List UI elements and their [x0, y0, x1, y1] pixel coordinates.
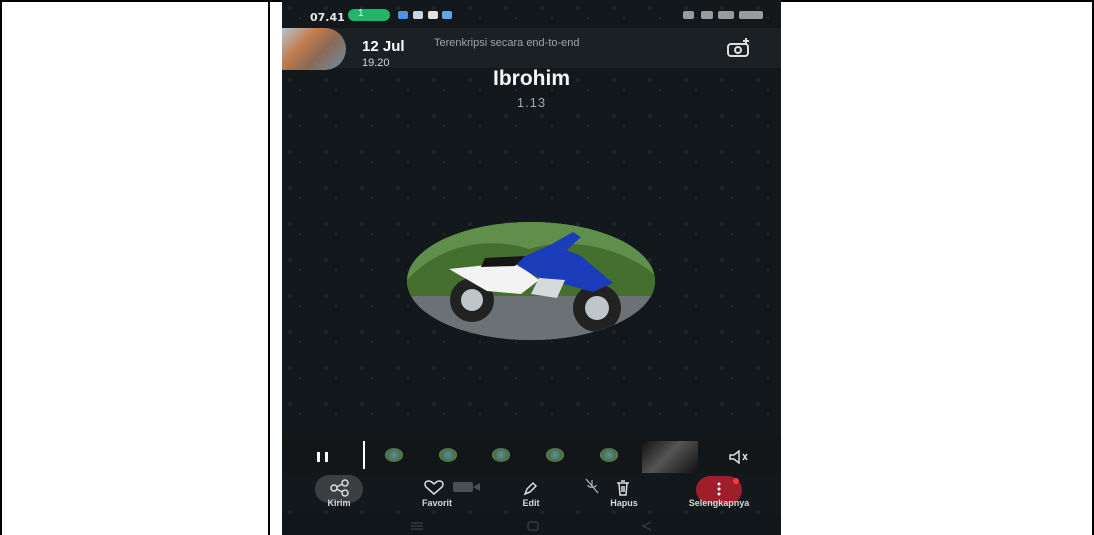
story-thumbnail-cracked[interactable] — [642, 441, 698, 473]
mute-mic-icon — [585, 478, 599, 494]
progress-marker — [363, 441, 365, 469]
camera-add-icon[interactable] — [727, 36, 753, 58]
home-icon[interactable] — [527, 521, 539, 531]
signal-icon — [718, 11, 734, 19]
story-thumbnail[interactable] — [546, 448, 564, 462]
story-thumbnail[interactable] — [385, 448, 403, 462]
notification-dot — [733, 478, 739, 484]
nav-label-favorit[interactable]: Favorit — [414, 498, 460, 508]
status-right-icons — [683, 11, 763, 21]
nav-label-edit[interactable]: Edit — [514, 498, 548, 508]
story-thumbnail[interactable] — [439, 448, 457, 462]
motorcycle-photo — [407, 222, 655, 340]
battery-icon — [739, 11, 763, 19]
heart-icon[interactable] — [423, 480, 445, 496]
story-thumbnail[interactable] — [492, 448, 510, 462]
bag-icon — [428, 11, 438, 19]
story-thumbnail[interactable] — [600, 448, 618, 462]
phone-screen: 07.41 1 12 Jul 19.20 Terenkripsi secara … — [282, 0, 781, 535]
status-bar: 07.41 1 — [282, 0, 781, 28]
status-call-pill: 1 — [348, 8, 390, 21]
pencil-icon[interactable] — [522, 481, 538, 497]
contact-avatar[interactable] — [282, 28, 346, 70]
motorcycle-image — [407, 222, 655, 340]
wifi-icon — [701, 11, 713, 19]
contact-name: Ibrohim — [493, 67, 570, 90]
status-count: 1 — [358, 8, 364, 19]
system-navigation-bar — [282, 515, 781, 535]
telegram-icon — [413, 11, 423, 19]
pause-icon[interactable] — [316, 451, 330, 463]
story-progress-strip — [282, 437, 781, 473]
recent-apps-icon[interactable] — [410, 522, 424, 530]
nav-label-selengkapnya[interactable]: Selengkapnya — [677, 498, 761, 508]
mute-speaker-icon[interactable] — [728, 450, 750, 464]
nav-label-kirim[interactable]: Kirim — [317, 498, 361, 508]
table-divider — [268, 0, 270, 535]
more-icon[interactable] — [716, 482, 722, 496]
video-icon — [453, 482, 480, 492]
table-left-border — [0, 0, 2, 535]
back-icon[interactable] — [641, 521, 653, 531]
browser-icon — [442, 11, 452, 19]
mail-icon — [398, 11, 408, 19]
status-time: 07.41 — [310, 11, 345, 24]
audio-duration: 1.13 — [516, 95, 547, 110]
story-date: 12 Jul — [362, 38, 405, 55]
nav-label-hapus[interactable]: Hapus — [604, 498, 644, 508]
mute-icon — [683, 11, 694, 19]
share-icon[interactable] — [330, 479, 350, 497]
trash-icon[interactable] — [615, 479, 631, 497]
encryption-notice: Terenkripsi secara end-to-end — [434, 37, 580, 49]
